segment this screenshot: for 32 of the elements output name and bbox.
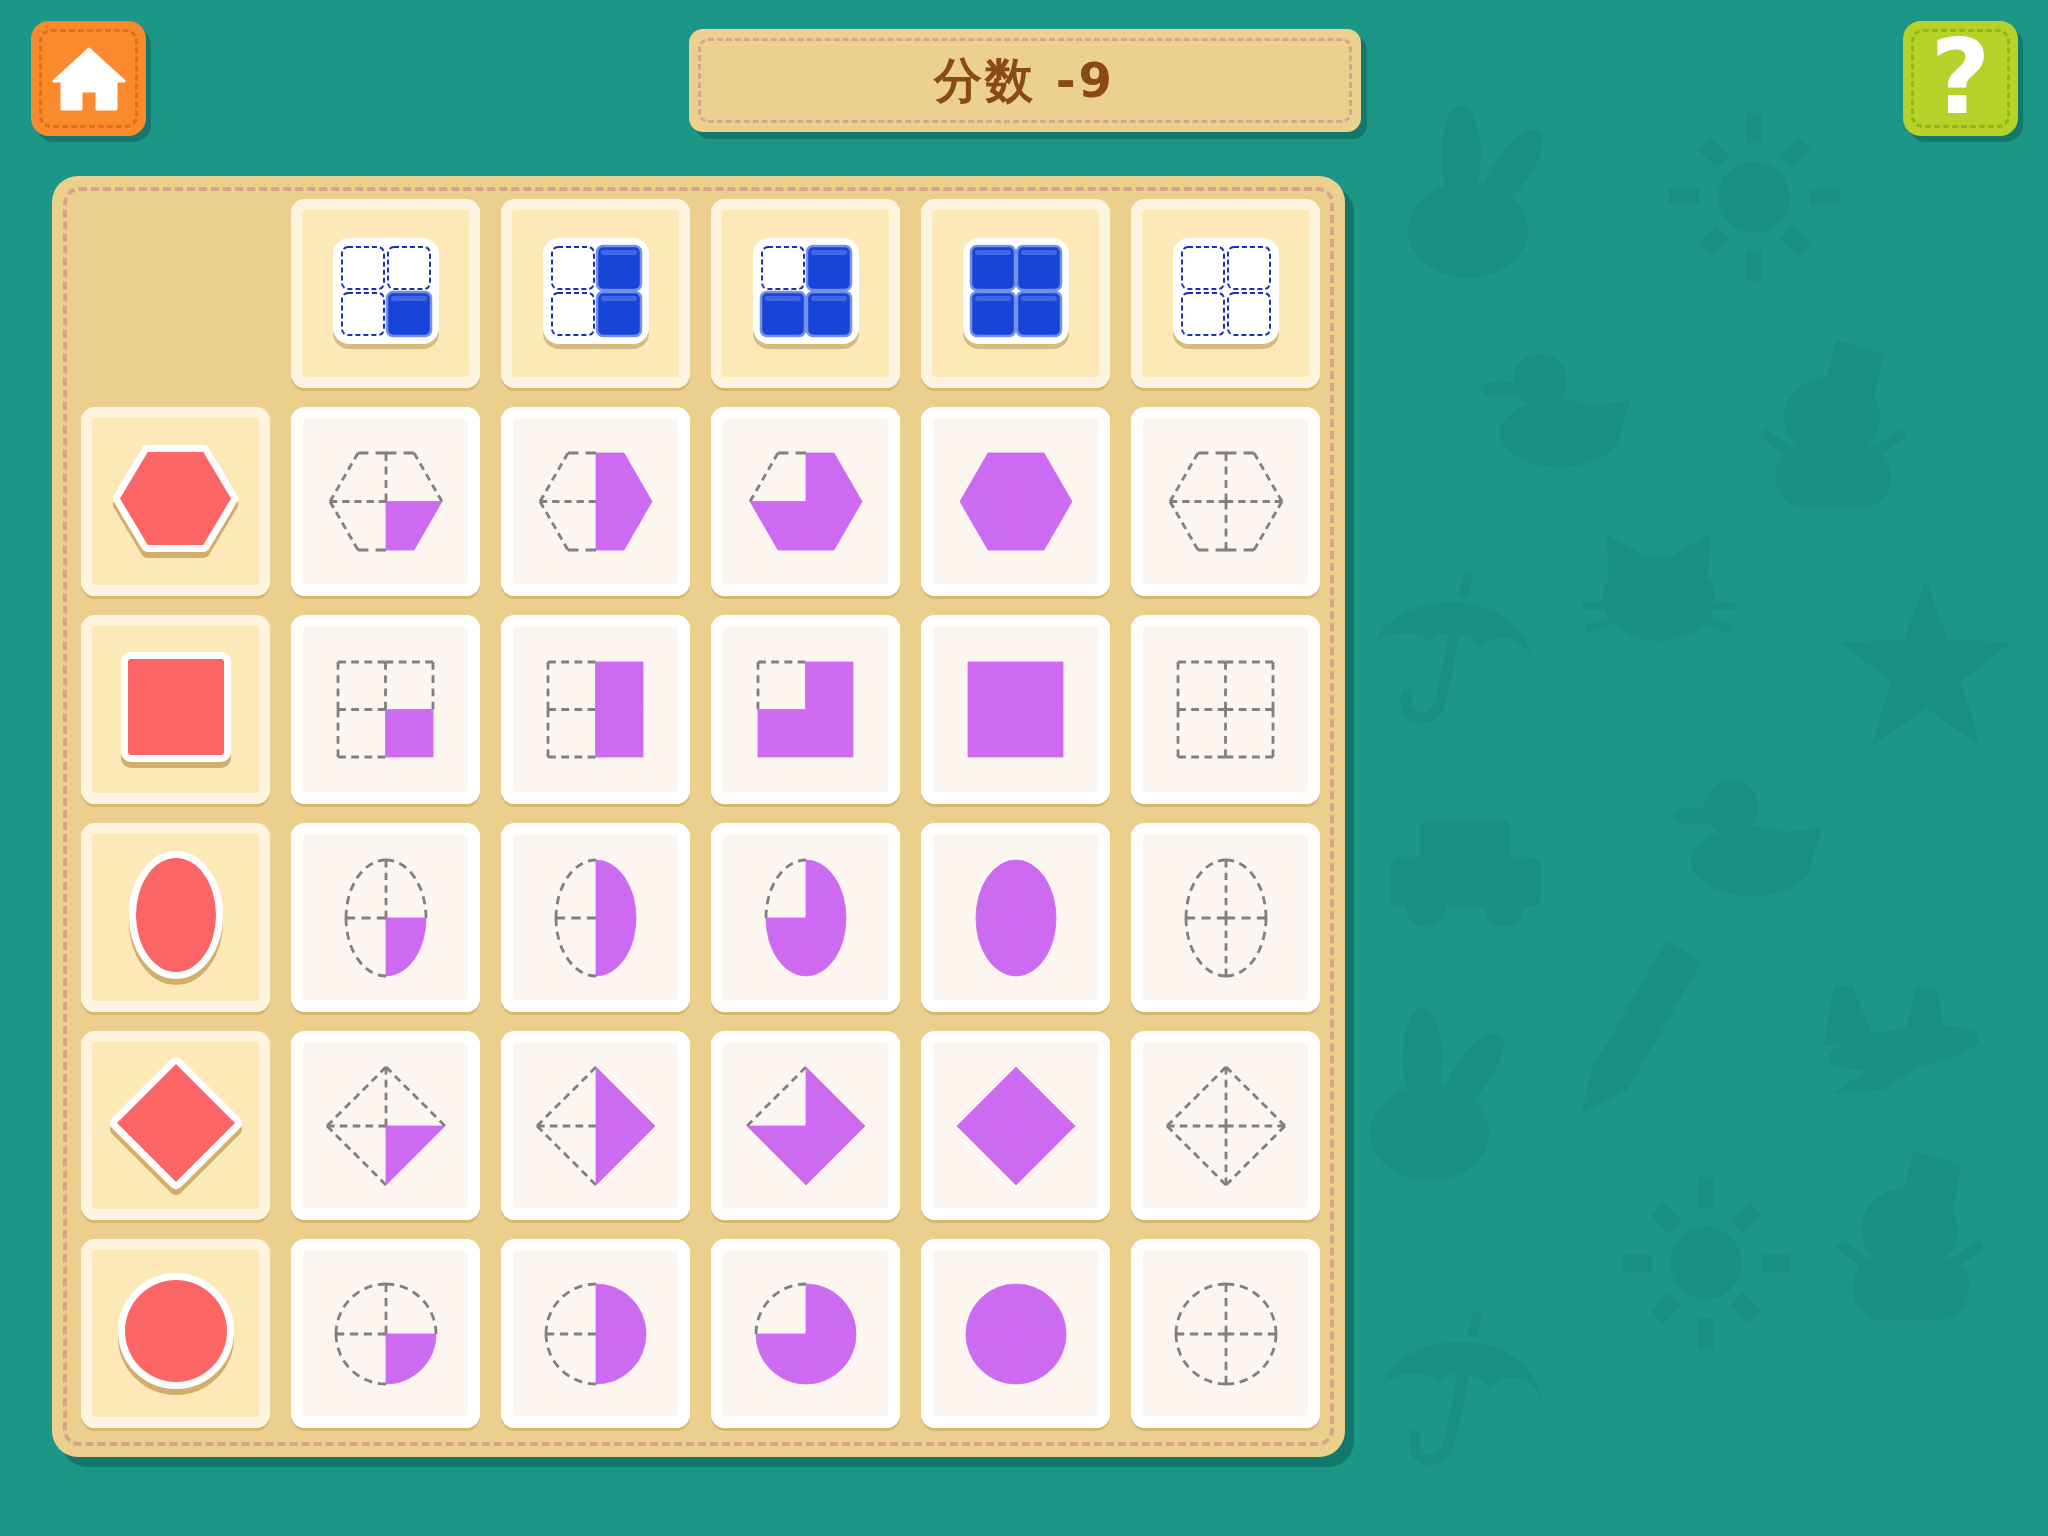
ellipse-icon (128, 850, 223, 985)
answer-tile[interactable] (921, 823, 1110, 1012)
answer-tile[interactable] (501, 615, 690, 804)
answer-tile[interactable] (501, 407, 690, 596)
answer-tile[interactable] (921, 615, 1110, 804)
answer-tile[interactable] (711, 1239, 900, 1428)
level-title: 分数 -9 (934, 50, 1115, 110)
home-icon (51, 46, 126, 111)
answer-tile[interactable] (291, 615, 480, 804)
answer-tile[interactable] (291, 823, 480, 1012)
answer-tile[interactable] (1131, 1239, 1320, 1428)
answer-tile[interactable] (921, 407, 1110, 596)
answer-tile[interactable] (501, 823, 690, 1012)
answer-tile[interactable] (1131, 1031, 1320, 1220)
answer-tile[interactable] (921, 1239, 1110, 1428)
hexagon-icon (113, 445, 238, 558)
answer-tile[interactable] (921, 1031, 1110, 1220)
circle-icon (117, 1272, 234, 1395)
square-icon (120, 651, 231, 768)
answer-tile[interactable] (501, 1239, 690, 1428)
answer-tile[interactable] (711, 823, 900, 1012)
answer-tile[interactable] (291, 1031, 480, 1220)
answer-tile[interactable] (711, 615, 900, 804)
diamond-icon (109, 1056, 242, 1195)
answer-tile[interactable] (291, 1239, 480, 1428)
answer-tile[interactable] (711, 407, 900, 596)
answer-tile[interactable] (1131, 615, 1320, 804)
answer-tile[interactable] (1131, 407, 1320, 596)
answer-tile[interactable] (711, 1031, 900, 1220)
answer-tile[interactable] (291, 407, 480, 596)
answer-tile[interactable] (501, 1031, 690, 1220)
answer-tile[interactable] (1131, 823, 1320, 1012)
